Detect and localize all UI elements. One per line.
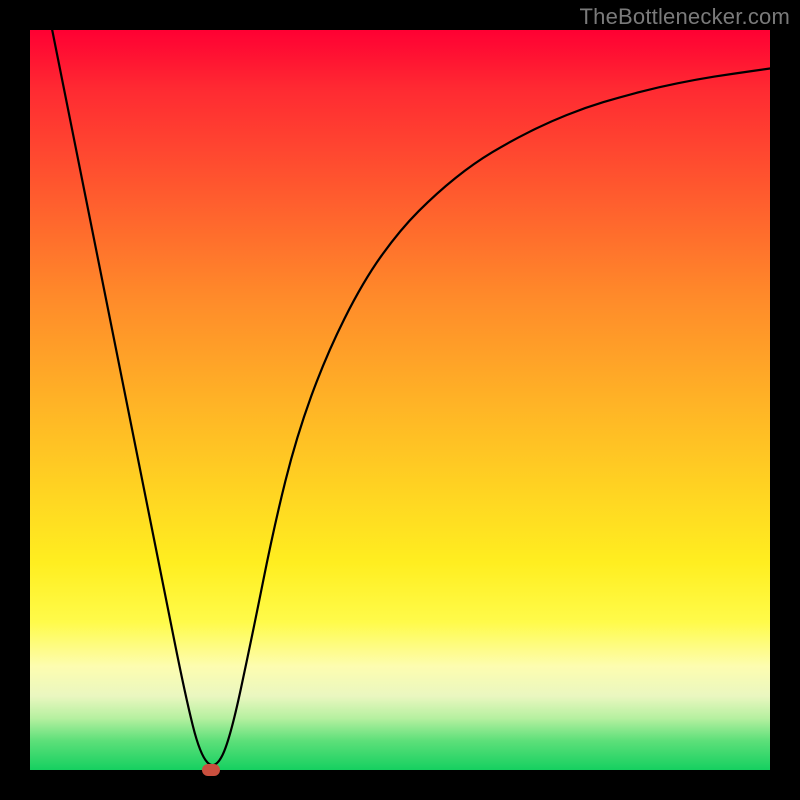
optimum-marker: [202, 764, 220, 776]
curve-path: [52, 30, 770, 765]
plot-area: [30, 30, 770, 770]
watermark-text: TheBottlenecker.com: [580, 4, 790, 30]
chart-stage: TheBottlenecker.com: [0, 0, 800, 800]
bottleneck-curve: [30, 30, 770, 770]
